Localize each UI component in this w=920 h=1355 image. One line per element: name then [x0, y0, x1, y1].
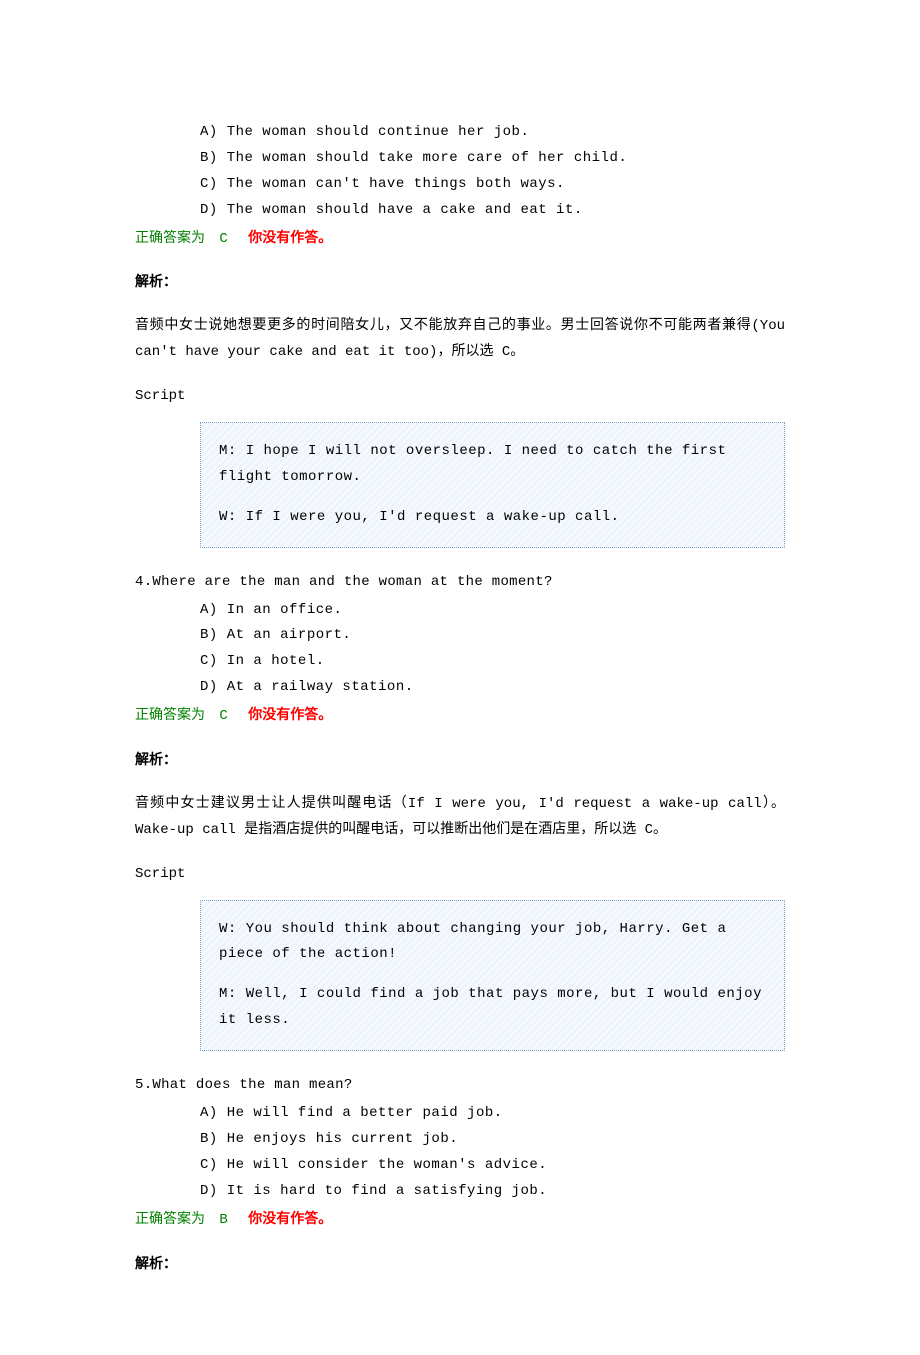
q4-analysis-text: 音频中女士建议男士让人提供叫醒电话（If I were you, I'd req… — [135, 792, 785, 844]
q5-question: 5.What does the man mean? — [135, 1073, 785, 1099]
q3-script-title: Script — [135, 384, 785, 410]
q4-script-title: Script — [135, 862, 785, 888]
q3-answer-line: 正确答案为 C 你没有作答。 — [135, 226, 785, 253]
q3-analysis-text: 音频中女士说她想要更多的时间陪女儿，又不能放弃自己的事业。男士回答说你不可能两者… — [135, 314, 785, 366]
q4-question: 4.Where are the man and the woman at the… — [135, 570, 785, 596]
q5-answer-letter: B — [219, 1212, 227, 1228]
q4-no-answer: 你没有作答。 — [248, 708, 332, 723]
q4-option-b: B) At an airport. — [200, 623, 785, 649]
q5-answer-prefix: 正确答案为 — [135, 1212, 205, 1227]
q4-option-a: A) In an office. — [200, 598, 785, 624]
q4-option-c: C) In a hotel. — [200, 649, 785, 675]
q4-script-line-1: W: You should think about changing your … — [219, 917, 766, 969]
q3-answer-letter: C — [219, 231, 227, 247]
q3-answer-prefix: 正确答案为 — [135, 231, 205, 246]
q4-analysis-title: 解析： — [135, 748, 785, 774]
q3-option-d: D) The woman should have a cake and eat … — [200, 198, 785, 224]
q5-option-c: C) He will consider the woman's advice. — [200, 1153, 785, 1179]
q3-option-b: B) The woman should take more care of he… — [200, 146, 785, 172]
q5-options: A) He will find a better paid job. B) He… — [200, 1101, 785, 1205]
q4-answer-letter: C — [219, 708, 227, 724]
q3-option-a: A) The woman should continue her job. — [200, 120, 785, 146]
q5-option-a: A) He will find a better paid job. — [200, 1101, 785, 1127]
q3-analysis-title: 解析： — [135, 270, 785, 296]
q3-script-line-2: W: If I were you, I'd request a wake-up … — [219, 505, 766, 531]
q5-option-d: D) It is hard to find a satisfying job. — [200, 1179, 785, 1205]
q4-script-line-2: M: Well, I could find a job that pays mo… — [219, 982, 766, 1034]
q3-options: A) The woman should continue her job. B)… — [200, 120, 785, 224]
q3-script-line-1: M: I hope I will not oversleep. I need t… — [219, 439, 766, 491]
q5-analysis-title: 解析： — [135, 1252, 785, 1278]
q3-option-c: C) The woman can't have things both ways… — [200, 172, 785, 198]
q5-answer-line: 正确答案为 B 你没有作答。 — [135, 1207, 785, 1234]
q5-option-b: B) He enjoys his current job. — [200, 1127, 785, 1153]
q4-options: A) In an office. B) At an airport. C) In… — [200, 598, 785, 702]
q4-answer-prefix: 正确答案为 — [135, 708, 205, 723]
q4-script-box: W: You should think about changing your … — [200, 900, 785, 1052]
q3-no-answer: 你没有作答。 — [248, 231, 332, 246]
q4-option-d: D) At a railway station. — [200, 675, 785, 701]
q4-answer-line: 正确答案为 C 你没有作答。 — [135, 703, 785, 730]
q5-no-answer: 你没有作答。 — [248, 1212, 332, 1227]
q3-script-box: M: I hope I will not oversleep. I need t… — [200, 422, 785, 548]
